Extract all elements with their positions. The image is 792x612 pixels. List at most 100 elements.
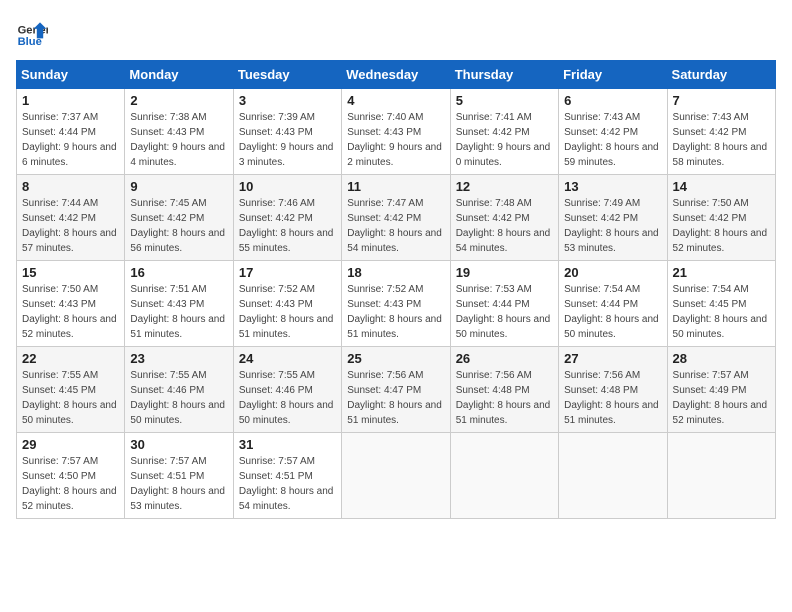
- weekday-wednesday: Wednesday: [342, 61, 450, 89]
- calendar-cell: 27 Sunrise: 7:56 AM Sunset: 4:48 PM Dayl…: [559, 347, 667, 433]
- day-number: 23: [130, 351, 227, 366]
- calendar-cell: [667, 433, 775, 519]
- calendar-cell: 2 Sunrise: 7:38 AM Sunset: 4:43 PM Dayli…: [125, 89, 233, 175]
- day-info: Sunrise: 7:57 AM Sunset: 4:50 PM Dayligh…: [22, 454, 119, 514]
- daylight: Daylight: 8 hours and 50 minutes.: [22, 400, 117, 426]
- sunrise: Sunrise: 7:43 AM: [673, 112, 749, 123]
- calendar-cell: 13 Sunrise: 7:49 AM Sunset: 4:42 PM Dayl…: [559, 175, 667, 261]
- daylight: Daylight: 8 hours and 52 minutes.: [22, 486, 117, 512]
- sunrise: Sunrise: 7:54 AM: [564, 284, 640, 295]
- sunrise: Sunrise: 7:46 AM: [239, 198, 315, 209]
- weekday-saturday: Saturday: [667, 61, 775, 89]
- day-info: Sunrise: 7:55 AM Sunset: 4:45 PM Dayligh…: [22, 368, 119, 428]
- calendar-week-2: 8 Sunrise: 7:44 AM Sunset: 4:42 PM Dayli…: [17, 175, 776, 261]
- day-info: Sunrise: 7:50 AM Sunset: 4:43 PM Dayligh…: [22, 282, 119, 342]
- daylight: Daylight: 8 hours and 50 minutes.: [130, 400, 225, 426]
- sunrise: Sunrise: 7:45 AM: [130, 198, 206, 209]
- sunrise: Sunrise: 7:52 AM: [239, 284, 315, 295]
- day-number: 11: [347, 179, 444, 194]
- day-number: 13: [564, 179, 661, 194]
- sunrise: Sunrise: 7:49 AM: [564, 198, 640, 209]
- sunrise: Sunrise: 7:47 AM: [347, 198, 423, 209]
- daylight: Daylight: 8 hours and 55 minutes.: [239, 228, 334, 254]
- calendar-cell: 8 Sunrise: 7:44 AM Sunset: 4:42 PM Dayli…: [17, 175, 125, 261]
- sunset: Sunset: 4:44 PM: [456, 299, 530, 310]
- calendar-cell: [559, 433, 667, 519]
- calendar-cell: 10 Sunrise: 7:46 AM Sunset: 4:42 PM Dayl…: [233, 175, 341, 261]
- day-number: 31: [239, 437, 336, 452]
- day-number: 15: [22, 265, 119, 280]
- sunset: Sunset: 4:48 PM: [564, 385, 638, 396]
- weekday-header-row: SundayMondayTuesdayWednesdayThursdayFrid…: [17, 61, 776, 89]
- calendar-cell: 26 Sunrise: 7:56 AM Sunset: 4:48 PM Dayl…: [450, 347, 558, 433]
- sunset: Sunset: 4:44 PM: [564, 299, 638, 310]
- day-number: 12: [456, 179, 553, 194]
- daylight: Daylight: 8 hours and 58 minutes.: [673, 142, 768, 168]
- sunrise: Sunrise: 7:55 AM: [239, 370, 315, 381]
- daylight: Daylight: 8 hours and 51 minutes.: [130, 314, 225, 340]
- calendar-cell: 5 Sunrise: 7:41 AM Sunset: 4:42 PM Dayli…: [450, 89, 558, 175]
- sunrise: Sunrise: 7:40 AM: [347, 112, 423, 123]
- sunset: Sunset: 4:48 PM: [456, 385, 530, 396]
- sunrise: Sunrise: 7:51 AM: [130, 284, 206, 295]
- sunrise: Sunrise: 7:50 AM: [22, 284, 98, 295]
- sunrise: Sunrise: 7:50 AM: [673, 198, 749, 209]
- day-number: 6: [564, 93, 661, 108]
- daylight: Daylight: 9 hours and 3 minutes.: [239, 142, 334, 168]
- sunrise: Sunrise: 7:56 AM: [347, 370, 423, 381]
- sunset: Sunset: 4:42 PM: [239, 213, 313, 224]
- daylight: Daylight: 8 hours and 51 minutes.: [239, 314, 334, 340]
- sunrise: Sunrise: 7:38 AM: [130, 112, 206, 123]
- page-header: General Blue: [16, 16, 776, 48]
- weekday-tuesday: Tuesday: [233, 61, 341, 89]
- daylight: Daylight: 8 hours and 50 minutes.: [456, 314, 551, 340]
- sunset: Sunset: 4:44 PM: [22, 127, 96, 138]
- day-number: 27: [564, 351, 661, 366]
- calendar-cell: 19 Sunrise: 7:53 AM Sunset: 4:44 PM Dayl…: [450, 261, 558, 347]
- day-info: Sunrise: 7:53 AM Sunset: 4:44 PM Dayligh…: [456, 282, 553, 342]
- sunset: Sunset: 4:42 PM: [130, 213, 204, 224]
- sunset: Sunset: 4:46 PM: [130, 385, 204, 396]
- calendar-cell: 15 Sunrise: 7:50 AM Sunset: 4:43 PM Dayl…: [17, 261, 125, 347]
- logo-icon: General Blue: [16, 16, 48, 48]
- sunset: Sunset: 4:50 PM: [22, 471, 96, 482]
- day-number: 26: [456, 351, 553, 366]
- day-info: Sunrise: 7:46 AM Sunset: 4:42 PM Dayligh…: [239, 196, 336, 256]
- calendar-cell: 17 Sunrise: 7:52 AM Sunset: 4:43 PM Dayl…: [233, 261, 341, 347]
- day-number: 5: [456, 93, 553, 108]
- sunrise: Sunrise: 7:37 AM: [22, 112, 98, 123]
- sunset: Sunset: 4:43 PM: [239, 127, 313, 138]
- weekday-friday: Friday: [559, 61, 667, 89]
- calendar-cell: 29 Sunrise: 7:57 AM Sunset: 4:50 PM Dayl…: [17, 433, 125, 519]
- day-number: 28: [673, 351, 770, 366]
- calendar-body: 1 Sunrise: 7:37 AM Sunset: 4:44 PM Dayli…: [17, 89, 776, 519]
- day-number: 7: [673, 93, 770, 108]
- day-number: 8: [22, 179, 119, 194]
- calendar-table: SundayMondayTuesdayWednesdayThursdayFrid…: [16, 60, 776, 519]
- day-number: 29: [22, 437, 119, 452]
- logo: General Blue: [16, 16, 48, 48]
- daylight: Daylight: 9 hours and 6 minutes.: [22, 142, 117, 168]
- calendar-cell: [342, 433, 450, 519]
- day-info: Sunrise: 7:51 AM Sunset: 4:43 PM Dayligh…: [130, 282, 227, 342]
- sunrise: Sunrise: 7:57 AM: [22, 456, 98, 467]
- sunset: Sunset: 4:42 PM: [673, 127, 747, 138]
- sunset: Sunset: 4:47 PM: [347, 385, 421, 396]
- daylight: Daylight: 8 hours and 50 minutes.: [673, 314, 768, 340]
- calendar-week-4: 22 Sunrise: 7:55 AM Sunset: 4:45 PM Dayl…: [17, 347, 776, 433]
- day-info: Sunrise: 7:52 AM Sunset: 4:43 PM Dayligh…: [239, 282, 336, 342]
- sunrise: Sunrise: 7:44 AM: [22, 198, 98, 209]
- calendar-cell: 31 Sunrise: 7:57 AM Sunset: 4:51 PM Dayl…: [233, 433, 341, 519]
- day-info: Sunrise: 7:39 AM Sunset: 4:43 PM Dayligh…: [239, 110, 336, 170]
- day-number: 22: [22, 351, 119, 366]
- sunset: Sunset: 4:43 PM: [239, 299, 313, 310]
- sunrise: Sunrise: 7:57 AM: [673, 370, 749, 381]
- day-number: 1: [22, 93, 119, 108]
- day-info: Sunrise: 7:44 AM Sunset: 4:42 PM Dayligh…: [22, 196, 119, 256]
- daylight: Daylight: 8 hours and 51 minutes.: [456, 400, 551, 426]
- daylight: Daylight: 9 hours and 0 minutes.: [456, 142, 551, 168]
- calendar-cell: 28 Sunrise: 7:57 AM Sunset: 4:49 PM Dayl…: [667, 347, 775, 433]
- sunset: Sunset: 4:42 PM: [564, 127, 638, 138]
- day-info: Sunrise: 7:56 AM Sunset: 4:48 PM Dayligh…: [456, 368, 553, 428]
- day-number: 18: [347, 265, 444, 280]
